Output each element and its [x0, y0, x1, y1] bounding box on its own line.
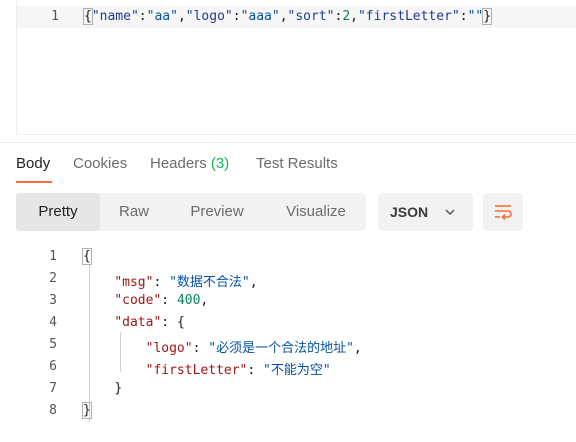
json-key: "firstLetter"	[145, 363, 248, 378]
json-string: "必须是一个合法的地址"	[208, 341, 354, 356]
wrap-lines-icon	[495, 205, 512, 221]
active-tab-indicator	[16, 181, 52, 183]
json-string: "不能为空"	[263, 363, 331, 378]
separator: :	[247, 363, 264, 378]
visualize-button[interactable]: Visualize	[266, 193, 366, 231]
response-tabs: Body Cookies Headers (3) Test Results	[0, 142, 576, 186]
separator: :	[161, 315, 177, 330]
line-number: 7	[49, 381, 57, 396]
open-brace: {	[82, 248, 92, 265]
code-text: "logo": "必须是一个合法的地址",	[83, 337, 362, 356]
comma: ,	[200, 293, 209, 308]
response-line: 2 "msg": "数据不合法",	[16, 268, 576, 290]
close-brace: }	[482, 8, 493, 25]
line-number: 2	[49, 271, 57, 286]
chevron-down-icon	[445, 209, 455, 216]
json-number: 2	[342, 9, 351, 24]
comma: ,	[279, 9, 288, 24]
format-label: JSON	[390, 204, 429, 220]
json-number: 400	[176, 293, 201, 308]
json-key: "sort"	[287, 9, 335, 24]
line-number: 6	[49, 359, 57, 374]
code-text: "data": {	[83, 315, 185, 330]
request-json-text[interactable]: {"name":"aa","logo":"aaa","sort":2,"firs…	[83, 8, 493, 25]
response-line: 6 "firstLetter": "不能为空"	[16, 356, 576, 378]
json-key: "data"	[114, 315, 162, 330]
separator: :	[153, 275, 170, 290]
request-line-1[interactable]: 1 {"name":"aa","logo":"aaa","sort":2,"fi…	[17, 6, 576, 28]
response-line: 3 "code": 400,	[16, 290, 576, 312]
tab-headers[interactable]: Headers (3)	[150, 155, 229, 172]
separator: :	[192, 341, 209, 356]
response-line: 4 "data": {	[16, 312, 576, 334]
response-line: 1 {	[16, 246, 576, 268]
code-text: "code": 400,	[83, 293, 208, 308]
json-key: "logo"	[185, 9, 233, 24]
code-text: "firstLetter": "不能为空"	[83, 359, 331, 378]
line-number: 1	[49, 249, 57, 264]
view-mode-selector: Pretty Raw Preview Visualize	[16, 193, 366, 231]
open-brace: {	[83, 8, 93, 25]
json-key: "code"	[114, 293, 162, 308]
request-body-editor[interactable]: 1 {"name":"aa","logo":"aaa","sort":2,"fi…	[16, 0, 576, 135]
code-text: {	[82, 248, 92, 265]
json-key: "name"	[91, 9, 139, 24]
line-number: 3	[49, 293, 57, 308]
tab-test-results[interactable]: Test Results	[256, 155, 338, 172]
line-number: 1	[51, 9, 59, 24]
code-text: }	[83, 381, 122, 396]
tab-headers-label: Headers	[150, 155, 207, 172]
colon: :	[459, 9, 468, 24]
json-key: "msg"	[114, 275, 154, 290]
colon: :	[138, 9, 147, 24]
json-key: "logo"	[145, 341, 193, 356]
format-dropdown[interactable]: JSON	[378, 193, 473, 231]
raw-button[interactable]: Raw	[100, 193, 168, 231]
json-string: ""	[467, 9, 484, 24]
line-number: 8	[49, 403, 57, 418]
comma: ,	[177, 9, 186, 24]
json-key: "firstLetter"	[357, 9, 460, 24]
headers-count-badge: (3)	[210, 155, 230, 172]
preview-button[interactable]: Preview	[168, 193, 266, 231]
pretty-button[interactable]: Pretty	[16, 193, 100, 231]
response-body-viewer[interactable]: 1 { 2 "msg": "数据不合法", 3 "code": 400, 4 "…	[16, 246, 576, 442]
json-string: "数据不合法"	[169, 275, 250, 290]
response-line: 8 }	[16, 400, 576, 422]
comma: ,	[353, 341, 362, 356]
wrap-lines-button[interactable]	[483, 193, 523, 231]
tab-body[interactable]: Body	[16, 155, 50, 172]
line-number: 5	[49, 337, 57, 352]
colon: :	[232, 9, 241, 24]
response-line: 5 "logo": "必须是一个合法的地址",	[16, 334, 576, 356]
line-number: 4	[49, 315, 57, 330]
code-text: }	[82, 402, 92, 419]
code-text: "msg": "数据不合法",	[83, 271, 258, 290]
json-string: "aaa"	[240, 9, 280, 24]
json-string: "aa"	[146, 9, 178, 24]
response-line: 7 }	[16, 378, 576, 400]
comma: ,	[249, 275, 258, 290]
close-brace: }	[82, 402, 92, 419]
close-brace: }	[114, 381, 123, 396]
comma: ,	[350, 9, 358, 24]
separator: :	[161, 293, 177, 308]
open-brace: {	[176, 315, 185, 330]
tab-cookies[interactable]: Cookies	[73, 155, 127, 172]
